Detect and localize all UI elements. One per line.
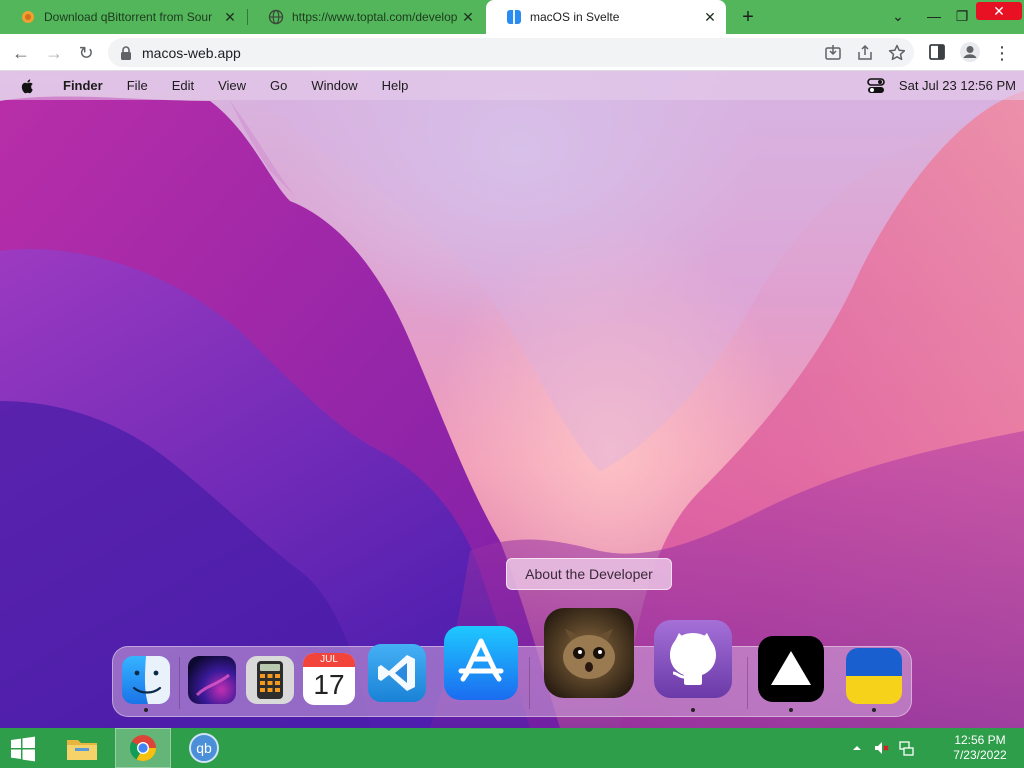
running-indicator <box>144 708 148 712</box>
ukraine-flag-icon[interactable] <box>845 647 903 705</box>
address-bar[interactable]: macos-web.app <box>108 38 914 67</box>
file-explorer-icon <box>67 740 97 760</box>
menu-app-name[interactable]: Finder <box>63 78 103 93</box>
qbittorrent-icon: qb <box>189 733 219 763</box>
control-center-icon[interactable] <box>867 77 885 94</box>
reload-button[interactable]: ↻ <box>74 41 98 65</box>
tab-macos-in-svelte[interactable]: macOS in Svelte ✕ <box>486 0 726 34</box>
menu-window[interactable]: Window <box>311 78 357 93</box>
calendar-month: JUL <box>303 653 355 667</box>
dock-tooltip: About the Developer <box>506 558 672 590</box>
menu-view[interactable]: View <box>218 78 246 93</box>
tab-title: macOS in Svelte <box>530 10 620 24</box>
chrome-menu-button[interactable]: ⋮ <box>990 41 1014 65</box>
dock-separator <box>179 657 180 709</box>
share-icon[interactable] <box>856 44 874 62</box>
finder-icon[interactable] <box>121 655 171 705</box>
taskbar-file-explorer[interactable] <box>54 728 110 768</box>
network-icon[interactable] <box>898 740 914 756</box>
github-icon[interactable] <box>653 619 733 699</box>
taskbar-clock[interactable]: 12:56 PM 7/23/2022 <box>940 733 1020 763</box>
windows-taskbar: qb 12:56 PM 7/23/2022 <box>0 728 1024 768</box>
tab-close-button[interactable]: ✕ <box>458 9 478 26</box>
browser-tab-strip: Download qBittorrent from Sour ✕ https:/… <box>0 0 1024 34</box>
menu-bar-clock[interactable]: Sat Jul 23 12:56 PM <box>899 78 1016 93</box>
taskbar-time: 12:56 PM <box>954 733 1006 747</box>
forward-button[interactable]: → <box>42 41 66 65</box>
url-text: macos-web.app <box>142 44 241 61</box>
calendar-icon[interactable]: JUL 17 <box>303 653 355 705</box>
running-indicator <box>789 708 793 712</box>
taskbar-chrome[interactable] <box>115 728 171 768</box>
appstore-icon[interactable] <box>443 625 519 701</box>
running-indicator <box>691 708 695 712</box>
running-indicator <box>872 708 876 712</box>
menu-help[interactable]: Help <box>382 78 409 93</box>
tab-title: Download qBittorrent from Sour <box>44 10 213 24</box>
side-panel-icon[interactable] <box>928 43 946 61</box>
wallpapers-icon[interactable] <box>187 655 237 705</box>
profile-avatar-icon[interactable] <box>959 41 981 63</box>
install-app-icon[interactable] <box>824 44 842 62</box>
back-button[interactable]: ← <box>9 41 33 65</box>
bookmark-star-icon[interactable] <box>888 44 906 62</box>
tab-title: https://www.toptal.com/develop <box>292 10 458 24</box>
menu-file[interactable]: File <box>127 78 148 93</box>
apple-logo-icon[interactable] <box>20 78 36 94</box>
dock-separator <box>747 657 748 709</box>
menu-bar-status: Sat Jul 23 12:56 PM <box>867 71 1016 100</box>
vercel-icon[interactable] <box>757 635 825 703</box>
windows-start-icon[interactable] <box>10 736 36 762</box>
dock-separator <box>529 657 530 709</box>
show-hidden-icons-icon[interactable] <box>850 740 864 756</box>
taskbar-date: 7/23/2022 <box>953 748 1007 762</box>
chrome-icon <box>129 735 157 762</box>
lock-icon <box>121 45 131 60</box>
menu-edit[interactable]: Edit <box>172 78 194 93</box>
tab-close-button[interactable]: ✕ <box>700 9 720 26</box>
globe-icon <box>268 9 284 25</box>
tab-search-button[interactable]: ⌄ <box>882 0 914 34</box>
macos-desktop: Finder File Edit View Go Window Help Sat… <box>0 71 1024 728</box>
finder-favicon <box>507 10 521 24</box>
restore-button[interactable]: ❐ <box>946 0 978 34</box>
vscode-icon[interactable] <box>367 643 427 703</box>
menu-go[interactable]: Go <box>270 78 287 93</box>
macos-menu-bar: Finder File Edit View Go Window Help Sat… <box>0 71 1024 100</box>
new-tab-button[interactable]: + <box>736 5 760 29</box>
tab-qbittorrent-download[interactable]: Download qBittorrent from Sour ✕ <box>0 0 246 34</box>
tab-close-button[interactable]: ✕ <box>220 9 240 26</box>
tab-toptal[interactable]: https://www.toptal.com/develop ✕ <box>248 0 484 34</box>
sourceforge-icon <box>22 11 34 23</box>
volume-muted-icon[interactable] <box>874 740 890 756</box>
window-close-button[interactable]: ✕ <box>976 2 1022 20</box>
macos-dock: JUL 17 <box>112 608 912 717</box>
calculator-icon[interactable] <box>245 655 295 705</box>
developer-cat-icon[interactable] <box>543 607 635 699</box>
taskbar-qbittorrent[interactable]: qb <box>176 728 232 768</box>
browser-toolbar: ← → ↻ macos-web.app ⋮ <box>0 34 1024 71</box>
calendar-day: 17 <box>313 669 345 700</box>
